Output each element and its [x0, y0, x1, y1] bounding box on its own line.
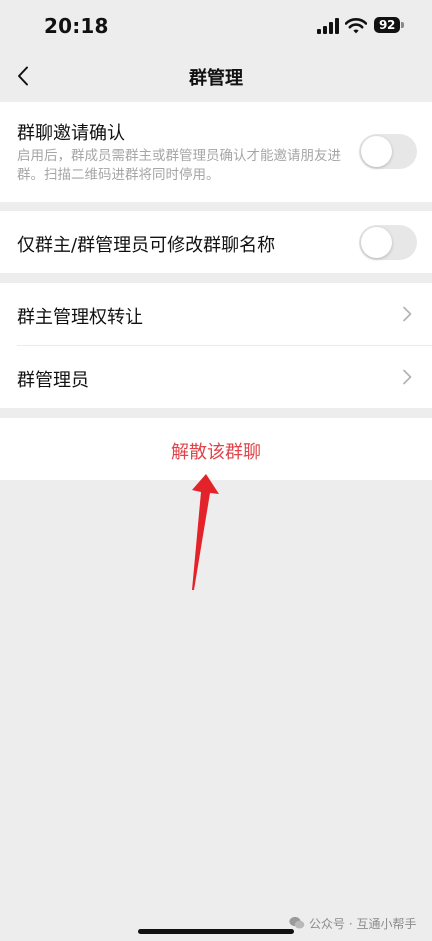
wechat-icon [289, 916, 305, 929]
annotation-arrow [192, 474, 219, 590]
home-indicator[interactable] [138, 929, 294, 934]
watermark-text: 公众号 · 互通小帮手 [309, 917, 417, 931]
